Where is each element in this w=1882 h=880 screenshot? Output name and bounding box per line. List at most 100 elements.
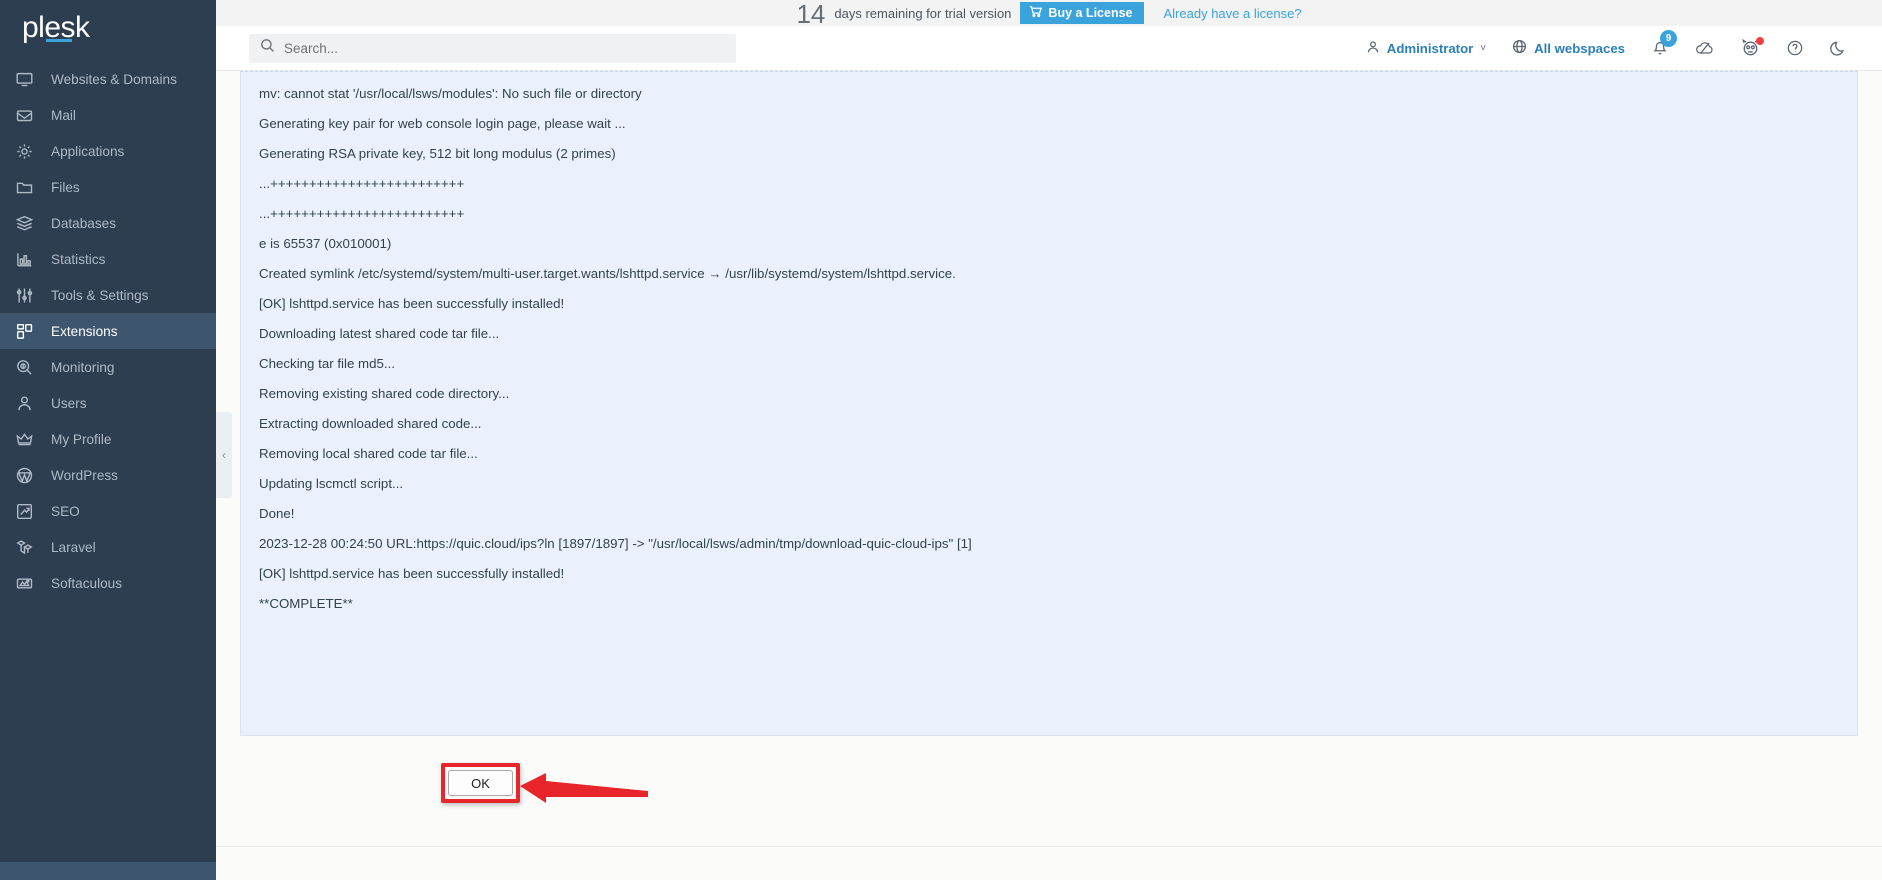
sidebar-item-wordpress[interactable]: WordPress: [0, 457, 216, 493]
console-line: Checking tar file md5...: [259, 356, 395, 371]
already-have-license-link[interactable]: Already have a license?: [1164, 6, 1302, 21]
notifications-badge: 9: [1660, 30, 1677, 47]
sidebar-item-statistics[interactable]: Statistics: [0, 241, 216, 277]
sidebar-item-label: Databases: [51, 215, 116, 231]
search-box[interactable]: [249, 33, 736, 63]
monitoring-icon: [16, 358, 38, 376]
sidebar-item-mail[interactable]: Mail: [0, 97, 216, 133]
administrator-label: Administrator: [1386, 40, 1474, 56]
cloud-button[interactable]: [1682, 39, 1728, 57]
search-icon: [260, 38, 275, 58]
sidebar-item-label: My Profile: [51, 431, 112, 447]
console-line: [OK] lshttpd.service has been successful…: [259, 566, 565, 581]
dark-mode-toggle[interactable]: [1817, 40, 1860, 57]
console-line: Removing local shared code tar file...: [259, 446, 478, 461]
sidebar-item-label: Statistics: [51, 251, 106, 267]
help-button[interactable]: [1773, 39, 1817, 57]
console-line: e is 65537 (0x010001): [259, 236, 392, 251]
sidebar-item-label: Websites & Domains: [51, 71, 177, 87]
console-line: ...+++++++++++++++++++++++++: [259, 206, 465, 221]
header-bar: Administrator ˅ All webspaces 9: [216, 26, 1882, 71]
sidebar-item-websites-domains[interactable]: Websites & Domains: [0, 61, 216, 97]
chevron-left-icon: ‹: [222, 448, 226, 462]
console-line: Done!: [259, 506, 295, 521]
plesk-app-window: plesk Websites & Domains Mail Applications…: [0, 0, 1882, 880]
laravel-icon: [16, 538, 38, 556]
notifications-button[interactable]: 9: [1638, 30, 1682, 57]
sidebar-item-label: Applications: [51, 143, 125, 159]
console-line: 2023-12-28 00:24:50 URL:https://quic.clo…: [259, 536, 972, 551]
sidebar-item-label: Users: [51, 395, 87, 411]
sidebar-item-label: WordPress: [51, 467, 118, 483]
search-input[interactable]: [284, 40, 684, 56]
sidebar-item-label: SEO: [51, 503, 80, 519]
trial-days-count: 14: [796, 0, 826, 29]
monitor-icon: [16, 70, 38, 88]
sidebar-item-seo[interactable]: SEO: [0, 493, 216, 529]
console-output-panel[interactable]: mv: cannot stat '/usr/local/lsws/modules…: [240, 71, 1858, 736]
sidebar-item-my-profile[interactable]: My Profile: [0, 421, 216, 457]
sidebar-item-label: Mail: [51, 107, 76, 123]
sidebar-item-label: Monitoring: [51, 359, 115, 375]
sidebar-item-users[interactable]: Users: [0, 385, 216, 421]
sidebar-item-monitoring[interactable]: Monitoring: [0, 349, 216, 385]
sidebar-item-label: Tools & Settings: [51, 287, 149, 303]
sidebar-item-label: Laravel: [51, 539, 96, 555]
mail-icon: [16, 106, 38, 124]
sidebar: plesk Websites & Domains Mail Applications…: [0, 0, 216, 880]
sidebar-item-tools-settings[interactable]: Tools & Settings: [0, 277, 216, 313]
database-icon: [16, 214, 38, 232]
sidebar-item-label: Extensions: [51, 323, 118, 339]
logo-underline: [46, 39, 72, 42]
plesk-logo[interactable]: plesk: [0, 0, 216, 52]
user-icon: [16, 394, 38, 412]
workspaces-selector[interactable]: All webspaces: [1499, 39, 1638, 57]
footer-area: [216, 847, 1882, 880]
sidebar-item-files[interactable]: Files: [0, 169, 216, 205]
user-menu-administrator[interactable]: Administrator ˅: [1353, 40, 1499, 57]
ok-button[interactable]: OK: [448, 770, 513, 796]
sidebar-item-applications[interactable]: Applications: [0, 133, 216, 169]
extensions-icon: [16, 322, 38, 340]
workspaces-label: All webspaces: [1534, 40, 1625, 56]
sidebar-item-label: Files: [51, 179, 80, 195]
softaculous-icon: [16, 574, 38, 592]
assistant-alert-dot: [1756, 37, 1764, 45]
sidebar-item-laravel[interactable]: Laravel: [0, 529, 216, 565]
console-line: Updating lscmctl script...: [259, 476, 404, 491]
sidebar-item-extensions[interactable]: Extensions: [0, 313, 216, 349]
console-line: ...+++++++++++++++++++++++++: [259, 176, 465, 191]
sidebar-footer-strip: [0, 862, 216, 880]
console-line: Extracting downloaded shared code...: [259, 416, 482, 431]
console-line: [OK] lshttpd.service has been successful…: [259, 296, 565, 311]
sidebar-item-softaculous[interactable]: Softaculous: [0, 565, 216, 601]
gear-icon: [16, 142, 38, 160]
bar-chart-icon: [16, 250, 38, 268]
cart-icon: [1029, 5, 1043, 21]
main-content: mv: cannot stat '/usr/local/lsws/modules…: [216, 71, 1882, 880]
user-icon: [1366, 40, 1380, 57]
trial-message: days remaining for trial version: [834, 5, 1012, 21]
red-arrow-annotation: [520, 773, 648, 803]
assistant-bot-button[interactable]: [1728, 37, 1773, 57]
sidebar-nav: Websites & Domains Mail Applications Files D…: [0, 61, 216, 601]
header-actions: Administrator ˅ All webspaces 9: [1353, 30, 1882, 57]
folder-icon: [16, 178, 38, 196]
globe-icon: [1512, 39, 1527, 57]
chevron-down-icon: ˅: [1480, 42, 1487, 54]
sliders-icon: [16, 286, 38, 304]
sidebar-item-databases[interactable]: Databases: [0, 205, 216, 241]
console-line: Removing existing shared code directory.…: [259, 386, 510, 401]
console-line: **COMPLETE**: [259, 596, 353, 611]
sidebar-item-label: Softaculous: [51, 575, 123, 591]
console-line-list: mv: cannot stat '/usr/local/lsws/modules…: [241, 72, 1857, 612]
console-line: Generating RSA private key, 512 bit long…: [259, 146, 616, 161]
sidebar-collapse-handle[interactable]: ‹: [216, 412, 232, 498]
console-line: Downloading latest shared code tar file.…: [259, 326, 500, 341]
buy-license-label: Buy a License: [1048, 5, 1133, 20]
action-row: OK: [240, 736, 1858, 846]
buy-license-button[interactable]: Buy a License: [1020, 2, 1144, 24]
seo-trend-icon: [16, 502, 38, 520]
console-line: mv: cannot stat '/usr/local/lsws/modules…: [259, 86, 642, 101]
console-line: Created symlink /etc/systemd/system/mult…: [259, 266, 956, 281]
